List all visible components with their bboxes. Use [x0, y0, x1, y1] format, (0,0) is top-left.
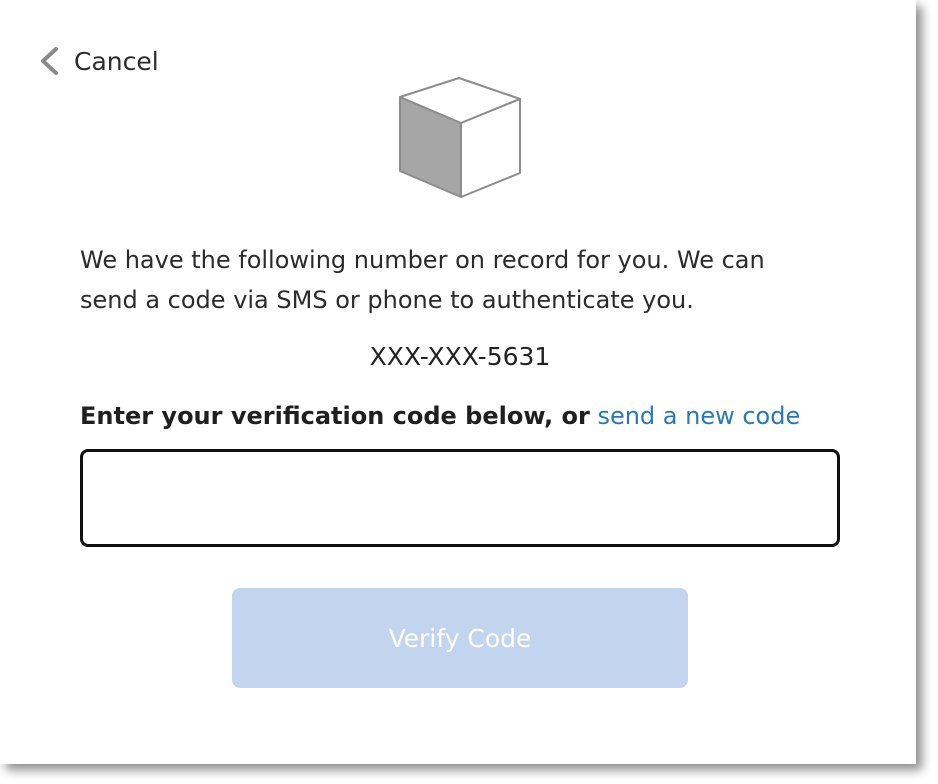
- chevron-left-icon: [41, 47, 58, 75]
- code-prompt: Enter your verification code below, or s…: [80, 402, 800, 430]
- send-new-code-link[interactable]: send a new code: [597, 402, 800, 430]
- phone-number: XXX-XXX-5631: [369, 342, 551, 371]
- cube-icon: [399, 77, 521, 198]
- code-prompt-label: Enter your verification code below, or: [80, 402, 590, 430]
- verification-panel: Cancel We have the following number on r…: [0, 0, 916, 764]
- verify-code-button[interactable]: Verify Code: [232, 588, 688, 688]
- description-text: We have the following number on record f…: [80, 246, 765, 314]
- cancel-label: Cancel: [74, 46, 159, 76]
- cancel-button[interactable]: Cancel: [38, 46, 159, 76]
- verification-code-input[interactable]: [80, 449, 840, 547]
